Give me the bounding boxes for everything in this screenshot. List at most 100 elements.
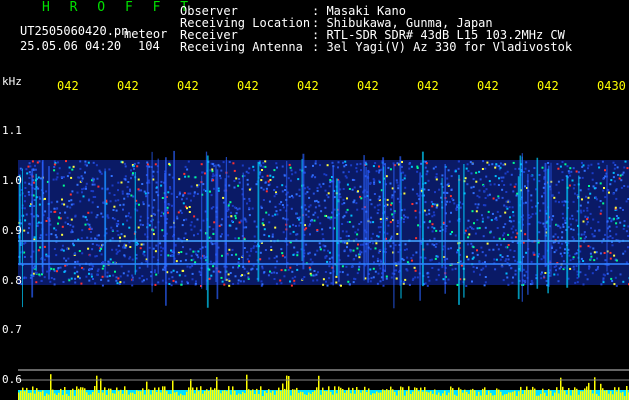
histogram-bar: [592, 393, 594, 400]
spectrogram-pixel: [144, 192, 147, 195]
spectrogram-pixel: [572, 238, 575, 241]
spectrogram-pixel: [372, 276, 375, 279]
histogram-bar: [386, 389, 388, 400]
spectrogram-pixel: [530, 279, 533, 282]
spectrogram-pixel: [59, 266, 62, 269]
histogram-bar: [464, 389, 466, 400]
histogram-bar: [424, 387, 426, 400]
spectrogram-pixel: [46, 255, 49, 258]
spectrogram-pixel: [298, 216, 301, 219]
spectrogram-pixel: [210, 274, 213, 277]
histogram-bar: [620, 392, 622, 400]
histogram-bar: [416, 387, 418, 400]
spectrogram-pixel: [481, 217, 484, 220]
histogram-bar: [86, 392, 88, 400]
spectrogram-pixel: [79, 200, 82, 203]
histogram-bar: [362, 390, 364, 400]
spectrogram-pixel: [312, 274, 315, 277]
spectrogram-pixel: [305, 243, 308, 246]
spectrogram-pixel: [209, 169, 212, 172]
spectrogram-pixel: [197, 250, 200, 253]
histogram-bar: [556, 387, 558, 400]
spectrogram-pixel: [475, 180, 478, 183]
spectrogram-pixel: [190, 254, 193, 257]
spectrogram-pixel: [563, 252, 566, 254]
spectrogram-pixel: [210, 194, 213, 197]
spectrogram-pixel: [187, 175, 190, 178]
spectrogram-pixel: [377, 272, 380, 275]
spectrogram-pixel: [619, 221, 622, 224]
spectrogram-pixel: [274, 266, 277, 269]
spectrogram-pixel: [209, 190, 211, 193]
spectrogram-pixel: [514, 269, 517, 272]
spectrogram-pixel: [474, 232, 477, 235]
spectrogram-pixel: [148, 181, 151, 184]
spectrogram-pixel: [495, 163, 498, 166]
spectrogram-pixel: [377, 209, 380, 211]
spectrogram-pixel: [74, 214, 77, 217]
spectrogram-pixel: [510, 173, 513, 176]
spectrogram-pixel: [87, 161, 90, 164]
spectrogram-pixel: [43, 245, 46, 248]
histogram-bar: [246, 374, 248, 400]
spectrogram-pixel: [579, 209, 582, 212]
histogram-bar: [46, 393, 48, 400]
spectrogram-pixel: [451, 268, 454, 271]
spectrogram-pixel: [347, 170, 350, 173]
spectrogram-pixel: [375, 170, 378, 173]
spectrogram-pixel: [220, 223, 223, 226]
spectrogram-pixel: [512, 231, 515, 234]
y-tick-label: 0.6: [2, 373, 22, 386]
spectrogram-pixel: [502, 234, 504, 237]
spectrogram-pixel: [295, 212, 297, 215]
spectrogram-pixel: [102, 265, 105, 267]
spectrogram-pixel: [82, 215, 85, 218]
spectrogram-pixel: [246, 183, 249, 186]
spectrogram-pixel: [604, 196, 607, 199]
spectrogram-pixel: [235, 227, 238, 230]
histogram-bar: [108, 388, 110, 400]
spectrogram-pixel: [181, 198, 183, 201]
spectrogram-pixel: [504, 172, 507, 175]
spectrogram-pixel: [439, 230, 442, 232]
spectrogram-pixel: [376, 234, 379, 237]
spectrogram-pixel: [430, 200, 433, 203]
spectrogram-pixel: [263, 271, 266, 274]
spectrogram-pixel: [194, 250, 197, 253]
spectrogram-pixel: [346, 273, 349, 276]
spectrogram-pixel: [84, 163, 87, 166]
spectrogram-pixel: [495, 219, 498, 221]
spectrogram-pixel: [427, 179, 430, 182]
spectrogram-pixel: [379, 226, 382, 229]
spectrogram-pixel: [126, 274, 129, 277]
spectrogram-pixel: [504, 211, 507, 214]
spectrogram-pixel: [59, 212, 61, 214]
histogram-bar: [360, 392, 362, 400]
spectrogram-pixel: [130, 169, 132, 172]
histogram-bar: [20, 390, 22, 400]
spectrogram-pixel: [410, 257, 413, 259]
spectrogram-pixel: [68, 166, 71, 169]
spectrogram-pixel: [97, 268, 100, 271]
spectrogram-pixel: [311, 174, 314, 177]
spectrogram-pixel: [265, 190, 268, 193]
spectrogram-pixel: [396, 233, 399, 235]
histogram-bar: [624, 395, 626, 400]
spectrogram-pixel: [197, 256, 200, 259]
spectrogram-pixel: [433, 237, 436, 240]
spectrogram-pixel: [148, 165, 151, 168]
spectrogram-pixel: [159, 246, 162, 249]
spectrogram-pixel: [426, 272, 429, 275]
spectrogram-pixel: [374, 162, 377, 165]
histogram-bar: [390, 386, 392, 400]
spectrogram-pixel: [142, 203, 145, 206]
histogram-bar: [588, 382, 590, 400]
spectrogram-pixel: [70, 199, 73, 202]
spectrogram-pixel: [609, 251, 612, 254]
spectrogram-pixel: [38, 273, 41, 276]
spectrogram-pixel: [403, 208, 406, 211]
spectrogram-pixel: [379, 249, 382, 252]
spectrogram-pixel: [246, 178, 249, 181]
spectrogram-pixel: [189, 192, 192, 195]
spectrogram-pixel: [412, 254, 415, 257]
